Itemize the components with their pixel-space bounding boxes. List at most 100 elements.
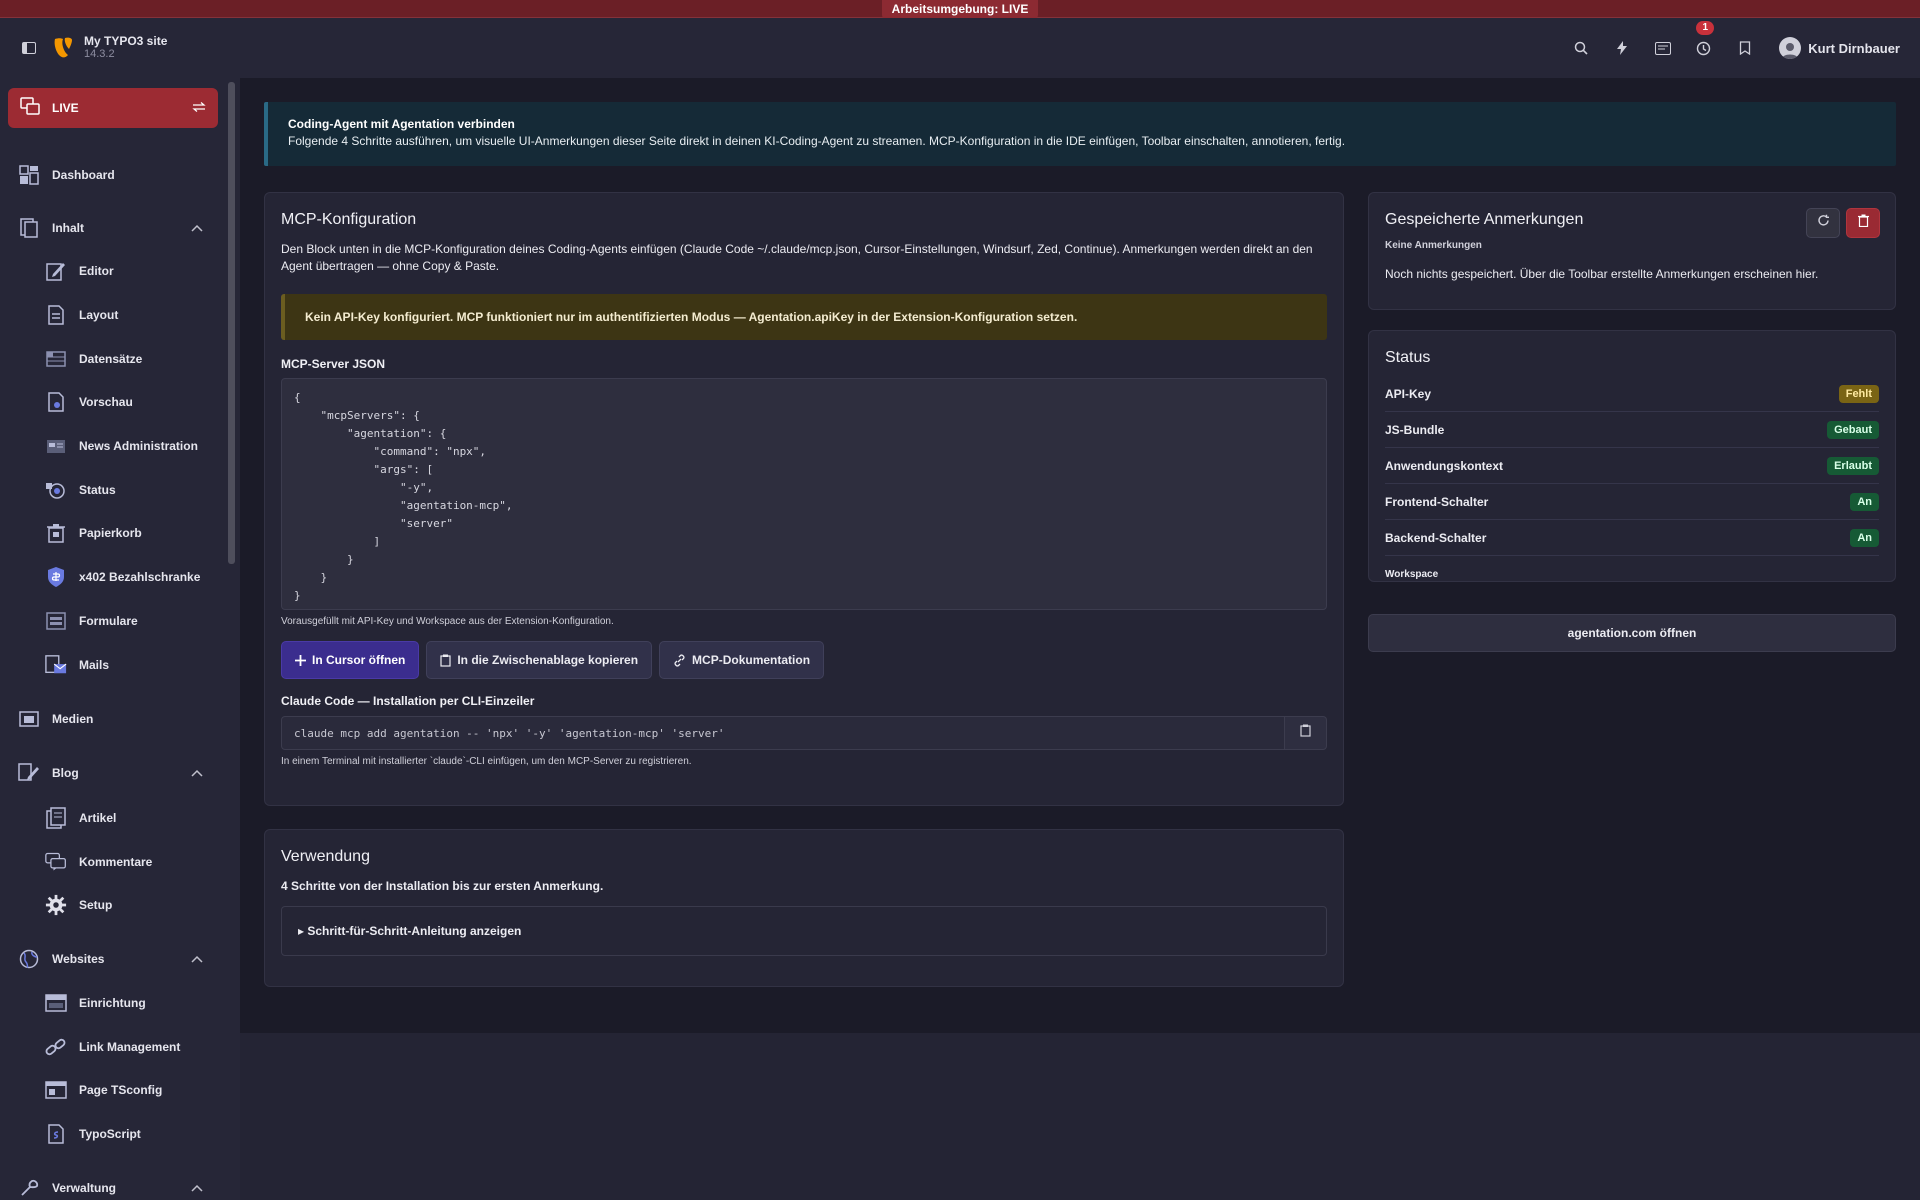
admin-icon — [18, 1177, 40, 1199]
mail-icon — [45, 654, 67, 676]
sidebar-item-websites[interactable]: Websites — [0, 941, 225, 977]
sidebar-scrollbar[interactable] — [228, 82, 235, 564]
refresh-button[interactable] — [1806, 208, 1840, 238]
status-badge: An — [1850, 528, 1879, 547]
article-icon — [45, 807, 67, 829]
saved-annotations-card: Gespeicherte Anmerkungen Keine Anmerkung… — [1368, 192, 1896, 310]
cli-command-input[interactable]: claude mcp add agentation -- 'npx' '-y' … — [281, 716, 1285, 750]
sidebar-item-formulare[interactable]: Formulare — [0, 603, 225, 639]
typo3-logo[interactable] — [52, 34, 76, 62]
mcp-docs-button[interactable]: MCP-Dokumentation — [659, 641, 825, 679]
sidebar-item-mails[interactable]: Mails — [0, 647, 225, 683]
main-area: Coding-Agent mit Agentation verbinden Fo… — [240, 78, 1920, 1200]
sidebar-toggle-icon[interactable] — [18, 37, 40, 59]
sidebar-item-label: Status — [79, 483, 116, 497]
sidebar-item-label: Layout — [79, 308, 119, 322]
notification-badge: 1 — [1696, 21, 1715, 35]
delete-all-button[interactable] — [1846, 208, 1880, 238]
sidebar-item-typoscript[interactable]: TypoScript — [0, 1116, 225, 1152]
system-information-icon[interactable]: 1 — [1683, 18, 1724, 78]
dashboard-icon — [18, 164, 40, 186]
sidebar-item-x402-bezahlschranke[interactable]: x402 Bezahlschranke — [0, 559, 225, 595]
search-icon[interactable] — [1560, 18, 1601, 78]
sidebar-item-artikel[interactable]: Artikel — [0, 800, 225, 836]
chevron-up-icon[interactable] — [191, 766, 203, 780]
button-label: In Cursor öffnen — [312, 653, 406, 667]
status-key: Anwendungskontext — [1385, 458, 1504, 473]
sidebar-item-blog[interactable]: Blog — [0, 755, 225, 791]
comments-icon — [45, 851, 67, 873]
sidebar-item-editor[interactable]: Editor — [0, 253, 225, 289]
news-icon — [45, 435, 67, 457]
shield-icon — [45, 566, 67, 588]
sidebar-item-label: Dashboard — [52, 168, 115, 182]
annotations-count: Keine Anmerkungen — [1385, 240, 1482, 251]
opendocs-icon[interactable] — [1642, 18, 1683, 78]
status-row: Anwendungskontext Erlaubt — [1385, 448, 1879, 484]
status-badge: An — [1850, 492, 1879, 511]
card-actions — [1806, 208, 1880, 238]
card-title: Gespeicherte Anmerkungen — [1385, 211, 1584, 228]
mcp-config-card: MCP-Konfiguration Den Block unten in die… — [264, 192, 1344, 806]
sidebar-item-einrichtung[interactable]: Einrichtung — [0, 985, 225, 1021]
sidebar-item-label: Datensätze — [79, 352, 143, 366]
workspace-label: LIVE — [52, 101, 79, 115]
status-row: API-Key Fehlt — [1385, 376, 1879, 412]
callout-text: Folgende 4 Schritte ausführen, um visuel… — [288, 134, 1346, 148]
mcp-json-textarea[interactable]: { "mcpServers": { "agentation": { "comma… — [281, 378, 1327, 610]
sidebar-item-news-administration[interactable]: News Administration — [0, 428, 225, 464]
status-row: JS-Bundle Gebaut — [1385, 412, 1879, 448]
records-icon — [45, 348, 67, 370]
cli-input-group: claude mcp add agentation -- 'npx' '-y' … — [281, 716, 1327, 750]
sidebar-item-kommentare[interactable]: Kommentare — [0, 844, 225, 880]
cli-copy-button[interactable] — [1285, 716, 1327, 750]
card-description: Den Block unten in die MCP-Konfiguration… — [281, 242, 1313, 273]
step-by-step-toggle[interactable]: ▸ Schritt-für-Schritt-Anleitung anzeigen — [281, 906, 1327, 956]
bookmark-icon[interactable] — [1724, 18, 1765, 78]
action-buttons: In Cursor öffnen In die Zwischenablage k… — [281, 641, 1327, 679]
site-name: My TYPO3 site — [84, 34, 168, 48]
warning-callout: Kein API-Key konfiguriert. MCP funktioni… — [281, 294, 1327, 340]
sidebar-item-label: x402 Bezahlschranke — [79, 570, 201, 584]
workspace-switch-button[interactable]: LIVE — [8, 88, 218, 128]
sidebar-item-setup[interactable]: Setup — [0, 887, 225, 923]
sidebar-item-dashboard[interactable]: Dashboard — [0, 157, 225, 193]
open-in-cursor-button[interactable]: In Cursor öffnen — [281, 641, 420, 679]
sidebar-item-vorschau[interactable]: Vorschau — [0, 384, 225, 420]
site-info[interactable]: My TYPO3 site 14.3.2 — [84, 35, 167, 61]
sidebar-item-datensaetze[interactable]: Datensätze — [0, 341, 225, 377]
cli-label: Claude Code — Installation per CLI-Einze… — [281, 694, 535, 708]
tsconfig-icon — [45, 1079, 67, 1101]
sidebar-item-label: Mails — [79, 658, 110, 672]
sidebar-item-medien[interactable]: Medien — [0, 701, 225, 737]
sidebar-item-status[interactable]: Status — [0, 472, 225, 508]
sidebar-item-label: Artikel — [79, 811, 117, 825]
flash-icon[interactable] — [1601, 18, 1642, 78]
chevron-up-icon[interactable] — [191, 221, 203, 235]
copy-to-clipboard-button[interactable]: In die Zwischenablage kopieren — [426, 641, 653, 679]
avatar — [1779, 37, 1802, 59]
environment-label: Arbeitsumgebung: LIVE — [881, 0, 1039, 19]
status-badge: Fehlt — [1838, 384, 1879, 403]
module-menu: LIVE Dashboard Inhalt Editor Layout Date… — [0, 78, 240, 1200]
forms-icon — [45, 610, 67, 632]
user-menu[interactable]: Kurt Dirnbauer — [1779, 37, 1900, 59]
chevron-up-icon[interactable] — [191, 952, 203, 966]
sidebar-item-page-tsconfig[interactable]: Page TSconfig — [0, 1072, 225, 1108]
status-key: Frontend-Schalter — [1385, 494, 1489, 509]
sidebar-item-label: Einrichtung — [79, 996, 146, 1010]
content-icon — [18, 217, 40, 239]
sidebar-item-label: Setup — [79, 898, 113, 912]
sidebar-item-verwaltung[interactable]: Verwaltung — [0, 1170, 225, 1200]
sidebar-item-papierkorb[interactable]: Papierkorb — [0, 515, 225, 551]
open-agentation-button[interactable]: agentation.com öffnen — [1368, 614, 1896, 652]
sidebar-item-link-management[interactable]: Link Management — [0, 1029, 225, 1065]
sidebar-item-inhalt[interactable]: Inhalt — [0, 210, 225, 246]
empty-state-text: Noch nichts gespeichert. Über die Toolba… — [1385, 267, 1819, 281]
sidebar-item-layout[interactable]: Layout — [0, 297, 225, 333]
sidebar-item-label: Kommentare — [79, 855, 153, 869]
preview-icon — [45, 391, 67, 413]
link-icon — [45, 1036, 67, 1058]
chevron-up-icon[interactable] — [191, 1181, 203, 1195]
status-row: Workspace — [1385, 556, 1879, 592]
